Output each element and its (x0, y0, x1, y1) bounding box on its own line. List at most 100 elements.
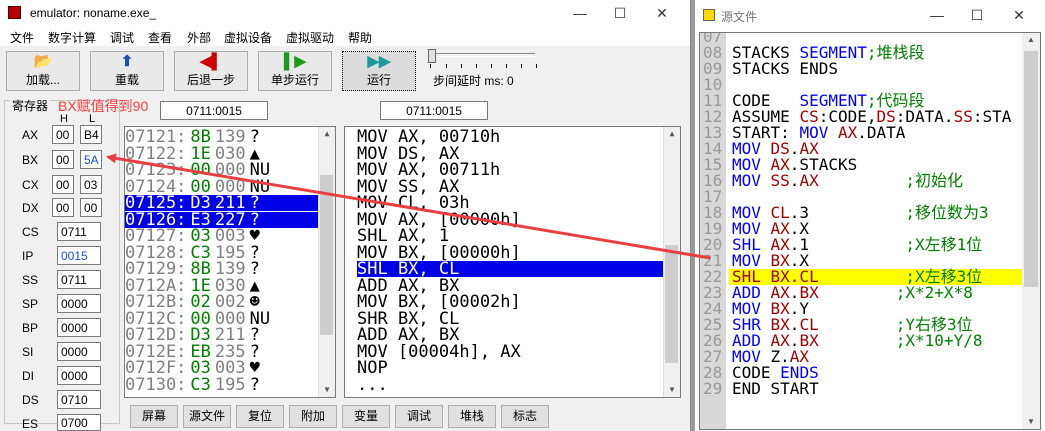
source-scrollbar[interactable]: ▲ ▼ (1022, 33, 1040, 429)
menu-external[interactable]: 外部 (187, 29, 211, 46)
ax-low-field[interactable]: B4 (80, 125, 102, 144)
title-bar: emulator: noname.exe_ — ☐ ✕ (0, 0, 690, 26)
memory-hex: C3 (190, 374, 211, 395)
register-label: IP (22, 249, 34, 263)
disasm-row[interactable]: MOV AX, 00710h (357, 129, 664, 146)
flags-button[interactable]: 标志 (501, 405, 549, 428)
code-token: .DATA (857, 123, 906, 142)
register-label: AX (22, 128, 39, 142)
register-label: BX (22, 153, 39, 167)
source-scroll-thumb[interactable] (1024, 51, 1038, 287)
register-label: DX (22, 201, 39, 215)
disasm-row[interactable]: NOP (357, 360, 664, 377)
single-step-button[interactable]: ▌▶ 单步运行 (258, 51, 332, 91)
di-field[interactable]: 0000 (57, 366, 101, 385)
register-label: SI (22, 345, 34, 359)
code-token: AX (837, 123, 858, 142)
memory-dec: 195 (214, 374, 246, 395)
step-back-button[interactable]: ◀▌ 后退一步 (174, 51, 248, 91)
code-token: ;X*10+Y/8 (895, 331, 983, 350)
ds-field[interactable]: 0710 (57, 390, 101, 409)
dx-high-field[interactable]: 00 (52, 198, 74, 217)
cx-low-field[interactable]: 03 (80, 175, 102, 194)
scroll-down-icon[interactable]: ▼ (319, 383, 335, 397)
sp-field[interactable]: 0000 (57, 294, 101, 313)
scroll-up-icon[interactable]: ▲ (319, 127, 335, 141)
bx-low-field[interactable]: 5A (80, 150, 102, 169)
source-close-button[interactable]: ✕ (999, 5, 1039, 25)
register-label: BP (22, 321, 39, 335)
code-token: ;X*2+X*8 (895, 283, 973, 302)
disasm-scroll-thumb[interactable] (665, 245, 678, 363)
ss-field[interactable]: 0711 (57, 270, 101, 289)
register-label: ES (22, 417, 39, 431)
disasm-row[interactable]: SHL BX, CL (357, 261, 664, 278)
step-delay-label: 步间延时 ms: 0 (433, 74, 514, 88)
run-icon: ▶▶ (367, 53, 391, 70)
source-button[interactable]: 源文件 (183, 405, 231, 428)
step-delay-slider-track[interactable] (430, 53, 535, 57)
menu-view[interactable]: 查看 (148, 29, 172, 46)
close-button[interactable]: ✕ (642, 3, 682, 23)
variables-button[interactable]: 变量 (342, 405, 390, 428)
disassembly-list[interactable]: MOV AX, 00710h MOV DS, AX MOV AX, 00711h MO… (344, 126, 681, 398)
ax-high-field[interactable]: 00 (52, 125, 74, 144)
ip-field[interactable]: 0015 (57, 246, 101, 265)
menu-help[interactable]: 帮助 (348, 29, 372, 46)
menu-file[interactable]: 文件 (10, 29, 34, 46)
scroll-up-icon[interactable]: ▲ (664, 127, 680, 141)
disasm-row[interactable]: MOV CL, 03h (357, 195, 664, 212)
reset-button[interactable]: 复位 (236, 405, 284, 428)
attach-button[interactable]: 附加 (289, 405, 337, 428)
menu-virtual-devices[interactable]: 虚拟设备 (224, 29, 272, 46)
es-field[interactable]: 0700 (57, 414, 101, 431)
code-token: SS (770, 171, 790, 190)
memory-char: ? (249, 374, 260, 395)
scroll-down-icon[interactable]: ▼ (664, 383, 680, 397)
debug-button[interactable]: 调试 (395, 405, 443, 428)
disasm-scrollbar[interactable]: ▲ ▼ (663, 127, 680, 397)
memory-address-input[interactable]: 0711:0015 (160, 101, 268, 120)
memory-list[interactable]: 07121: 8B 139? 07122: 1E 030 ▲ 07123: 00 000 NU 071… (124, 126, 336, 398)
disasm-address-input[interactable]: 0711:0015 (380, 101, 488, 120)
scroll-up-icon[interactable]: ▲ (1022, 35, 1040, 44)
source-maximize-button[interactable]: ☐ (957, 5, 997, 25)
step-delay-ticks (430, 64, 537, 68)
stack-button[interactable]: 堆栈 (448, 405, 496, 428)
run-button[interactable]: ▶▶ 运行 (342, 51, 416, 91)
line-number: 29 (703, 379, 723, 398)
bx-high-field[interactable]: 00 (52, 150, 74, 169)
disasm-row[interactable]: MOV BX, [00002h] (357, 294, 664, 311)
screen-button[interactable]: 屏幕 (130, 405, 178, 428)
disasm-row[interactable]: ADD AX, BX (357, 327, 664, 344)
source-editor[interactable]: 07 08 STACKS SEGMENT;堆栈段 09 STACKS ENDS 10 11 C… (699, 32, 1041, 430)
reload-button[interactable]: ⬆ 重载 (90, 51, 164, 91)
annotation-note: BX赋值得到90 (58, 98, 149, 114)
disasm-row[interactable]: ... (357, 376, 664, 393)
source-line: MOV SS.AX ;初始化 (732, 173, 963, 189)
menu-virtual-drive[interactable]: 虚拟驱动 (286, 29, 334, 46)
load-button[interactable]: 📂 加载... (6, 51, 80, 91)
si-field[interactable]: 0000 (57, 342, 101, 361)
menu-debug[interactable]: 调试 (110, 29, 134, 46)
bp-field[interactable]: 0000 (57, 318, 101, 337)
disasm-row[interactable]: MOV [00004h], AX (357, 343, 664, 360)
maximize-button[interactable]: ☐ (600, 3, 640, 23)
cs-field[interactable]: 0711 (57, 222, 101, 241)
minimize-button[interactable]: — (560, 3, 600, 23)
menu-math[interactable]: 数字计算 (48, 29, 96, 46)
source-minimize-button[interactable]: — (917, 5, 957, 25)
step-delay-slider-thumb[interactable] (428, 49, 436, 63)
dx-low-field[interactable]: 00 (80, 198, 102, 217)
folder-open-icon: 📂 (33, 53, 53, 70)
scroll-down-icon[interactable]: ▼ (1022, 417, 1040, 426)
disasm-row[interactable]: MOV AX, 00711h (357, 162, 664, 179)
memory-scrollbar[interactable]: ▲ ▼ (318, 127, 335, 397)
memory-scroll-thumb[interactable] (320, 175, 333, 335)
cx-high-field[interactable]: 00 (52, 175, 74, 194)
disasm-row[interactable]: SHL AX, 1 (357, 228, 664, 245)
memory-row[interactable]: 07130: C3 195? (125, 374, 321, 395)
source-title-bar: 源文件 — ☐ ✕ (695, 0, 1045, 30)
